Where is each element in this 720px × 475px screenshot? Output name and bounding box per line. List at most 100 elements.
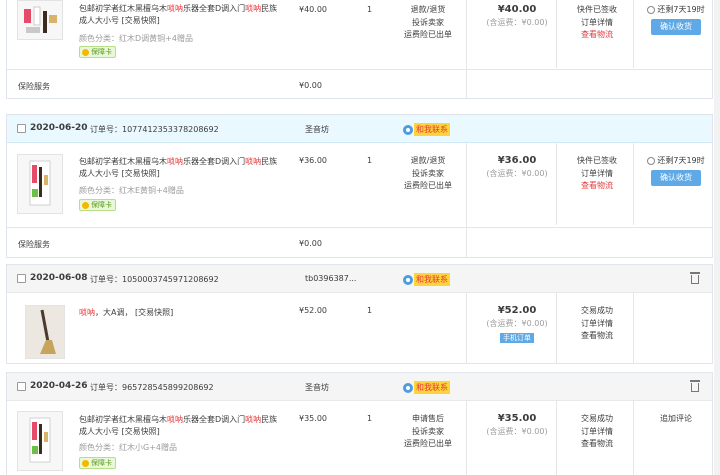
product-title[interactable]: 唢呐，大A调， [交易快照] (79, 307, 279, 319)
countdown: 还剩7天19时 (641, 155, 711, 166)
wangwang-icon (403, 124, 413, 135)
view-logistics-link[interactable]: 查看物流 (562, 180, 632, 193)
clock-icon (647, 5, 656, 14)
unit-price: ¥40.00 (299, 5, 327, 14)
order-actions: 追加评论 (641, 413, 711, 424)
freight-insurance-text: 运费险已出单 (404, 30, 452, 39)
shipping-fee: (含运费：¥0.00) (486, 169, 548, 178)
order-detail-link[interactable]: 订单详情 (562, 168, 632, 181)
order-date: 2020-06-20 (30, 123, 88, 133)
flower-icon (82, 201, 89, 209)
shipping-fee: (含运费：¥0.00) (486, 427, 548, 436)
refund-link[interactable]: 退款/退货 (385, 155, 471, 168)
order-date: 2020-04-26 (30, 381, 88, 391)
order-status: 交易成功 订单详情 查看物流 (562, 305, 632, 343)
service-links: 退款/退货 投诉卖家 运费险已出单 (385, 155, 471, 193)
clock-icon (647, 156, 656, 165)
quantity: 1 (367, 5, 373, 14)
insurance-row: 保险服务 ¥0.00 (7, 227, 712, 257)
product-thumbnail[interactable] (17, 0, 63, 40)
product-title[interactable]: 包邮初学者红木黑檀乌木唢呐乐器全套D调入门唢呐民族成人大小号 [交易快照] (79, 156, 279, 180)
confirm-receipt-button[interactable]: 确认收货 (651, 170, 701, 186)
order-detail-link[interactable]: 订单详情 (562, 318, 632, 331)
order-card: 包邮初学者红木黑檀乌木唢呐乐器全套D调入门唢呐民族成人大小号 [交易快照] 颜色… (6, 0, 713, 99)
order-card: 2020-04-26 订单号：965728545899208692 圣音坊 和我… (6, 372, 713, 475)
guarantee-badge[interactable]: 保障卡 (79, 199, 116, 211)
order-number: 订单号：1050003745971208692 (90, 275, 219, 284)
total-amount: ¥52.00 (497, 305, 537, 316)
contact-seller[interactable]: 和我联系 (403, 123, 450, 136)
product-thumbnail[interactable] (25, 305, 65, 359)
order-header: 2020-06-20 订单号：1077412353378208692 圣音坊 和… (7, 115, 712, 143)
shipping-fee: (含运费：¥0.00) (486, 18, 548, 27)
product-sku: 颜色分类：红木D调黄铜+4赠品 (79, 34, 193, 43)
complain-link[interactable]: 投诉卖家 (385, 426, 471, 439)
contact-seller[interactable]: 和我联系 (403, 273, 450, 286)
order-status: 快件已签收 订单详情 查看物流 (562, 4, 632, 42)
freight-insurance-text: 运费险已出单 (404, 439, 452, 448)
view-logistics-link[interactable]: 查看物流 (562, 438, 632, 451)
refund-link[interactable]: 退款/退货 (385, 4, 471, 17)
scrollbar-track[interactable] (714, 0, 720, 475)
append-review-link[interactable]: 追加评论 (641, 413, 711, 424)
order-card: 2020-06-20 订单号：1077412353378208692 圣音坊 和… (6, 114, 713, 258)
order-number: 订单号：1077412353378208692 (90, 125, 219, 134)
divider (466, 293, 467, 363)
product-title[interactable]: 包邮初学者红木黑檀乌木唢呐乐器全套D调入门唢呐民族成人大小号 [交易快照] (79, 414, 279, 438)
divider (633, 401, 634, 475)
view-logistics-link[interactable]: 查看物流 (562, 29, 632, 42)
divider (633, 293, 634, 363)
order-checkbox[interactable] (17, 274, 26, 283)
wangwang-icon (403, 274, 413, 285)
order-card: 2020-06-08 订单号：1050003745971208692 tb039… (6, 264, 713, 364)
order-total: ¥35.00 (含运费：¥0.00) (473, 413, 561, 437)
order-number: 订单号：965728545899208692 (90, 383, 214, 392)
flower-icon (82, 459, 89, 467)
order-total: ¥40.00 (含运费：¥0.00) (473, 4, 561, 28)
order-header: 2020-06-08 订单号：1050003745971208692 tb039… (7, 265, 712, 293)
quantity: 1 (367, 414, 373, 423)
view-logistics-link[interactable]: 查看物流 (562, 330, 632, 343)
insurance-price: ¥0.00 (299, 81, 322, 90)
insurance-row: 保险服务 ¥0.00 (7, 69, 712, 99)
product-title[interactable]: 包邮初学者红木黑檀乌木唢呐乐器全套D调入门唢呐民族成人大小号 [交易快照] (79, 3, 279, 27)
shipping-fee: (含运费：¥0.00) (486, 319, 548, 328)
order-status: 交易成功 订单详情 查看物流 (562, 413, 632, 451)
product-thumbnail[interactable] (17, 411, 63, 471)
order-total: ¥52.00 (含运费：¥0.00) 手机订单 (473, 305, 561, 343)
total-amount: ¥35.00 (497, 413, 537, 424)
seller-name[interactable]: 圣音坊 (305, 124, 329, 135)
delete-icon[interactable] (690, 380, 700, 392)
delete-icon[interactable] (690, 272, 700, 284)
order-detail-link[interactable]: 订单详情 (562, 17, 632, 30)
seller-name[interactable]: 圣音坊 (305, 382, 329, 393)
service-links: 申请售后 投诉卖家 运费险已出单 (385, 413, 471, 451)
insurance-label: 保险服务 (18, 82, 50, 91)
order-checkbox[interactable] (17, 382, 26, 391)
after-sale-link[interactable]: 申请售后 (385, 413, 471, 426)
seller-name[interactable]: tb0396387... (305, 274, 356, 283)
insurance-price: ¥0.00 (299, 239, 322, 248)
status-text: 快件已签收 (577, 156, 617, 165)
guarantee-badge[interactable]: 保障卡 (79, 46, 116, 58)
order-actions: 还剩7天19时 确认收货 (641, 4, 711, 35)
status-text: 交易成功 (581, 306, 613, 315)
order-total: ¥36.00 (含运费：¥0.00) (473, 155, 561, 179)
total-amount: ¥36.00 (497, 155, 537, 166)
service-links: 退款/退货 投诉卖家 运费险已出单 (385, 4, 471, 42)
confirm-receipt-button[interactable]: 确认收货 (651, 19, 701, 35)
insurance-label: 保险服务 (18, 240, 50, 249)
product-thumbnail[interactable] (17, 154, 63, 214)
order-checkbox[interactable] (17, 124, 26, 133)
status-text: 交易成功 (581, 414, 613, 423)
quantity: 1 (367, 156, 373, 165)
order-detail-link[interactable]: 订单详情 (562, 426, 632, 439)
complain-link[interactable]: 投诉卖家 (385, 168, 471, 181)
product-sku: 颜色分类：红木小G+4赠品 (79, 443, 177, 452)
product-sku: 颜色分类：红木E黄铜+4赠品 (79, 186, 184, 195)
complain-link[interactable]: 投诉卖家 (385, 17, 471, 30)
guarantee-badge[interactable]: 保障卡 (79, 457, 116, 469)
unit-price: ¥36.00 (299, 156, 327, 165)
contact-seller[interactable]: 和我联系 (403, 381, 450, 394)
unit-price: ¥35.00 (299, 414, 327, 423)
